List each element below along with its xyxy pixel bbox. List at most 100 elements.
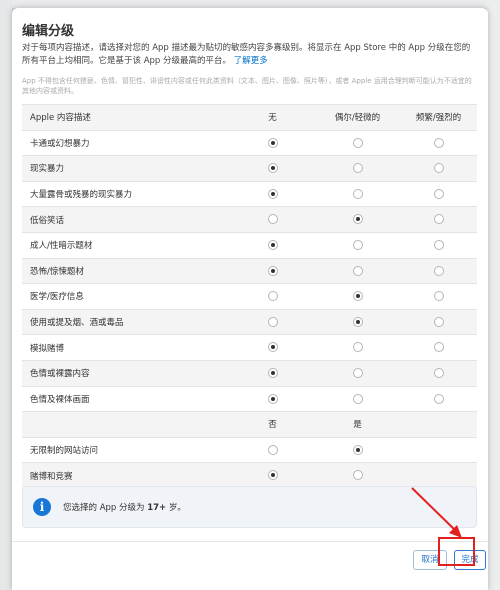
table-row: 使用或提及烟、酒或毒品 [22,308,477,335]
row-label: 现实暴力 [22,155,230,182]
radio-button[interactable] [267,470,278,481]
row-label: 无限制的网站访问 [22,436,230,463]
radio-button[interactable] [433,163,444,174]
radio-cell [315,206,400,233]
table-row: 现实暴力 [22,155,477,182]
column-header: 无 [230,104,315,131]
table-row: 色情或裸露内容 [22,359,477,387]
table-row: 赌博和竞赛 [22,462,477,489]
footer-divider [12,541,488,542]
column-header: 是 [315,411,400,438]
radio-cell [315,283,400,310]
radio-button[interactable] [267,163,278,174]
radio-button[interactable] [433,240,444,251]
learn-more-link[interactable]: 了解更多 [234,56,268,66]
radio-cell [400,359,477,387]
radio-cell [230,180,315,207]
row-label: 大量露骨或残暴的现实暴力 [22,180,230,207]
radio-cell [400,206,477,233]
content-note: App 不得包含任何猥亵、色情、冒犯性、诽谤性内容或任何此类资料（文本、图片、图… [22,77,472,95]
row-label: 模拟赌博 [22,334,230,361]
radio-cell [230,257,315,284]
radio-button[interactable] [267,342,278,353]
radio-cell [315,231,400,259]
row-label: 恐怖/惊悚题材 [22,257,230,284]
column-header: 频繁/强烈的 [400,104,477,131]
radio-cell [230,206,315,233]
radio-button[interactable] [433,137,444,148]
background-left [0,0,12,590]
column-header: 偶尔/轻微的 [315,104,400,131]
rating-value: 17+ [147,503,167,513]
radio-cell [230,231,315,259]
info-suffix: 岁。 [168,503,186,513]
background-page [0,0,500,8]
table-row: 成人/性暗示题材 [22,231,477,259]
radio-button[interactable] [433,265,444,276]
radio-button[interactable] [352,367,363,378]
empty-cell [400,462,477,489]
radio-cell [400,308,477,335]
radio-button[interactable] [352,240,363,251]
radio-cell [400,257,477,284]
radio-cell [230,308,315,335]
radio-button[interactable] [267,291,278,302]
background-right [486,0,500,590]
radio-button[interactable] [267,444,278,455]
radio-cell [315,359,400,387]
radio-button[interactable] [267,367,278,378]
column-spacer [400,411,477,438]
radio-cell [400,129,477,156]
radio-cell [400,231,477,259]
radio-cell [400,155,477,182]
radio-button[interactable] [433,367,444,378]
radio-button[interactable] [267,265,278,276]
radio-button[interactable] [433,316,444,327]
radio-button[interactable] [433,188,444,199]
radio-cell [400,385,477,412]
radio-button[interactable] [267,188,278,199]
radio-cell [230,334,315,361]
radio-button[interactable] [352,291,363,302]
radio-cell [315,385,400,412]
radio-button[interactable] [352,342,363,353]
radio-button[interactable] [267,137,278,148]
radio-button[interactable] [433,342,444,353]
radio-button[interactable] [352,470,363,481]
radio-button[interactable] [267,393,278,404]
info-icon: i [33,498,51,516]
radio-button[interactable] [352,316,363,327]
rating-info-box: i 您选择的 App 分级为 17+ 岁。 [22,486,477,528]
radio-button[interactable] [267,240,278,251]
radio-button[interactable] [352,188,363,199]
row-label: 色情及裸体画面 [22,385,230,412]
radio-cell [315,155,400,182]
table-row: 色情及裸体画面 [22,385,477,412]
radio-button[interactable] [267,214,278,225]
row-label: 医学/医疗信息 [22,283,230,310]
radio-cell [315,129,400,156]
table-row: 无限制的网站访问 [22,436,477,463]
radio-button[interactable] [267,316,278,327]
radio-button[interactable] [352,163,363,174]
radio-button[interactable] [433,214,444,225]
radio-cell [230,385,315,412]
radio-cell [230,462,315,489]
radio-button[interactable] [352,265,363,276]
radio-button[interactable] [352,137,363,148]
radio-button[interactable] [352,214,363,225]
radio-cell [400,180,477,207]
row-label: 低俗笑话 [22,206,230,233]
radio-button[interactable] [352,444,363,455]
dialog-description: 对于每项内容描述，请选择对您的 App 描述最为贴切的敏感内容多寡级别。将显示在… [22,42,477,68]
radio-cell [230,436,315,463]
row-label: 赌博和竞赛 [22,462,230,489]
radio-button[interactable] [433,393,444,404]
column-header: 否 [230,411,315,438]
radio-cell [315,462,400,489]
radio-cell [230,359,315,387]
radio-button[interactable] [352,393,363,404]
radio-button[interactable] [433,291,444,302]
table-row: 大量露骨或残暴的现实暴力 [22,180,477,207]
table-row: 模拟赌博 [22,334,477,361]
